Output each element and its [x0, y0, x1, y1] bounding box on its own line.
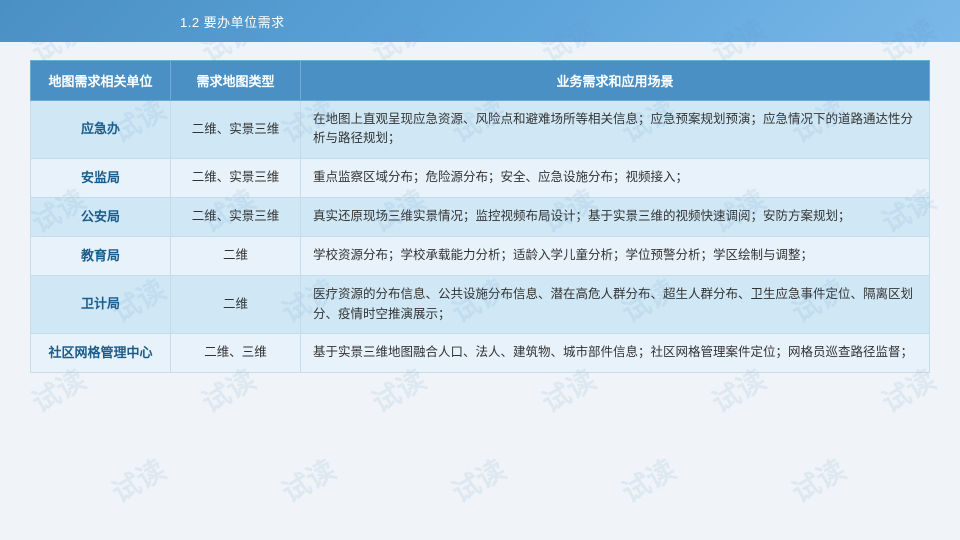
- cell-unit: 卫计局: [31, 276, 171, 334]
- header-bar: 1.2 要办单位需求: [0, 0, 960, 42]
- requirements-table: 地图需求相关单位 需求地图类型 业务需求和应用场景 应急办二维、实景三维在地图上…: [30, 60, 930, 373]
- table-row: 卫计局二维医疗资源的分布信息、公共设施分布信息、潜在高危人群分布、超生人群分布、…: [31, 276, 930, 334]
- cell-type: 二维、三维: [171, 333, 301, 372]
- cell-desc: 重点监察区域分布；危险源分布；安全、应急设施分布；视频接入；: [301, 158, 930, 197]
- header-title: 1.2 要办单位需求: [180, 12, 285, 31]
- watermark-text: 试读: [274, 449, 343, 512]
- table-row: 教育局二维学校资源分布；学校承载能力分析；适龄入学儿童分析；学位预警分析；学区绘…: [31, 237, 930, 276]
- cell-type: 二维: [171, 237, 301, 276]
- cell-unit: 公安局: [31, 197, 171, 236]
- watermark-text: 试读: [784, 449, 853, 512]
- cell-desc: 基于实景三维地图融合人口、法人、建筑物、城市部件信息；社区网格管理案件定位；网格…: [301, 333, 930, 372]
- col-header-unit: 地图需求相关单位: [31, 61, 171, 101]
- table-row: 安监局二维、实景三维重点监察区域分布；危险源分布；安全、应急设施分布；视频接入；: [31, 158, 930, 197]
- table-row: 公安局二维、实景三维真实还原现场三维实景情况；监控视频布局设计；基于实景三维的视…: [31, 197, 930, 236]
- table-body: 应急办二维、实景三维在地图上直观呈现应急资源、风险点和避难场所等相关信息；应急预…: [31, 101, 930, 373]
- cell-unit: 应急办: [31, 101, 171, 159]
- watermark-text: 试读: [444, 449, 513, 512]
- cell-desc: 真实还原现场三维实景情况；监控视频布局设计；基于实景三维的视频快速调阅；安防方案…: [301, 197, 930, 236]
- col-header-type: 需求地图类型: [171, 61, 301, 101]
- main-content: 地图需求相关单位 需求地图类型 业务需求和应用场景 应急办二维、实景三维在地图上…: [0, 42, 960, 383]
- cell-type: 二维、实景三维: [171, 101, 301, 159]
- table-row: 社区网格管理中心二维、三维基于实景三维地图融合人口、法人、建筑物、城市部件信息；…: [31, 333, 930, 372]
- cell-desc: 学校资源分布；学校承载能力分析；适龄入学儿童分析；学位预警分析；学区绘制与调整；: [301, 237, 930, 276]
- cell-unit: 教育局: [31, 237, 171, 276]
- table-row: 应急办二维、实景三维在地图上直观呈现应急资源、风险点和避难场所等相关信息；应急预…: [31, 101, 930, 159]
- cell-type: 二维、实景三维: [171, 197, 301, 236]
- cell-type: 二维: [171, 276, 301, 334]
- cell-unit: 安监局: [31, 158, 171, 197]
- cell-desc: 在地图上直观呈现应急资源、风险点和避难场所等相关信息；应急预案规划预演；应急情况…: [301, 101, 930, 159]
- watermark-text: 试读: [104, 449, 173, 512]
- table-header: 地图需求相关单位 需求地图类型 业务需求和应用场景: [31, 61, 930, 101]
- col-header-desc: 业务需求和应用场景: [301, 61, 930, 101]
- table-header-row: 地图需求相关单位 需求地图类型 业务需求和应用场景: [31, 61, 930, 101]
- watermark-text: 试读: [614, 449, 683, 512]
- cell-unit: 社区网格管理中心: [31, 333, 171, 372]
- cell-desc: 医疗资源的分布信息、公共设施分布信息、潜在高危人群分布、超生人群分布、卫生应急事…: [301, 276, 930, 334]
- cell-type: 二维、实景三维: [171, 158, 301, 197]
